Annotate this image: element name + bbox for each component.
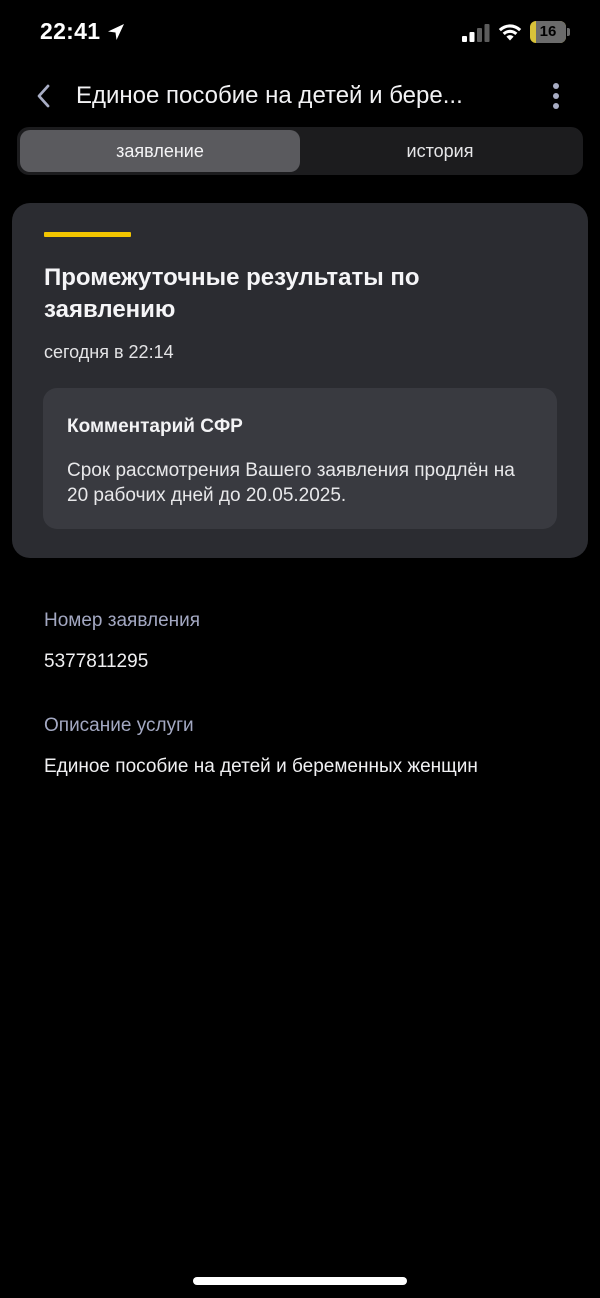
segmented-tabs: заявление история	[17, 127, 583, 175]
location-arrow-icon	[108, 23, 125, 40]
battery-cap	[567, 28, 570, 36]
application-number-label: Номер заявления	[44, 610, 201, 631]
application-number-value: 5377811295	[44, 651, 149, 672]
card-timestamp: сегодня в 22:14	[44, 342, 174, 362]
card-title: Промежуточные результаты по заявлению	[44, 264, 420, 323]
page-title: Единое пособие на детей и бере...	[76, 82, 463, 109]
status-time-text: 22:41	[40, 18, 101, 44]
back-button[interactable]	[26, 78, 62, 114]
comment-title: Комментарий СФР	[67, 416, 243, 437]
service-description-value: Единое пособие на детей и беременных жен…	[44, 756, 478, 777]
home-indicator	[193, 1277, 407, 1285]
battery-level: 16	[539, 23, 557, 40]
more-vertical-icon	[553, 83, 559, 109]
cellular-signal-icon	[462, 24, 490, 42]
chevron-left-icon	[37, 84, 50, 108]
status-time: 22:41	[40, 18, 126, 45]
accent-bar	[44, 232, 131, 237]
wifi-icon	[498, 24, 522, 41]
service-description-label: Описание услуги	[44, 715, 194, 736]
tab-history[interactable]: история	[300, 130, 580, 172]
battery-body: 16	[530, 21, 566, 43]
comment-box: Комментарий СФР Срок рассмотрения Вашего…	[43, 388, 557, 529]
battery-icon: 16	[530, 21, 570, 43]
header: Единое пособие на детей и бере...	[0, 68, 600, 126]
comment-text: Срок рассмотрения Вашего заявления продл…	[67, 460, 515, 506]
more-options-button[interactable]	[540, 78, 572, 114]
status-card: Промежуточные результаты по заявлению се…	[12, 203, 588, 558]
tab-application[interactable]: заявление	[20, 130, 300, 172]
status-bar: 22:41 16	[0, 0, 600, 64]
